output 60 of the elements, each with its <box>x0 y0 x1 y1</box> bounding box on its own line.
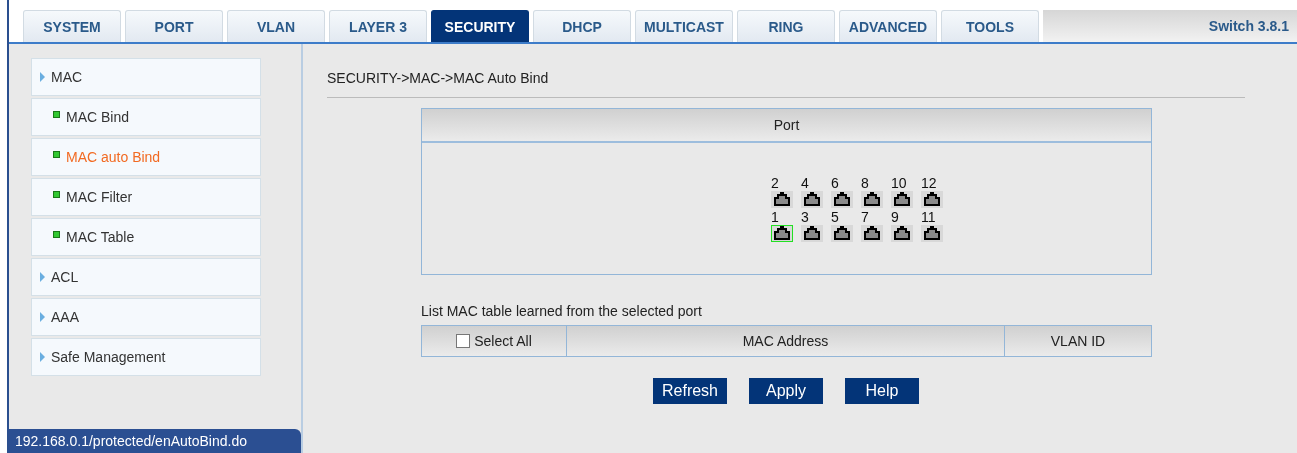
nav-tab[interactable]: SECURITY <box>431 10 529 42</box>
ethernet-port-icon[interactable] <box>771 190 793 208</box>
sidebar-item[interactable]: MAC Table <box>31 218 261 256</box>
square-bullet-icon <box>53 111 60 118</box>
panel-header: Port <box>422 109 1151 143</box>
nav-tab[interactable]: PORT <box>125 10 223 42</box>
port-number: 7 <box>861 209 869 225</box>
checkbox-label[interactable]: Select All <box>474 333 532 349</box>
triangle-icon <box>40 312 45 322</box>
nav-tab[interactable]: LAYER 3 <box>329 10 427 42</box>
nav-tab[interactable]: SYSTEM <box>23 10 121 42</box>
action-button[interactable]: Apply <box>749 378 823 404</box>
table-caption: List MAC table learned from the selected port <box>421 303 702 319</box>
ethernet-port-icon[interactable] <box>921 190 943 208</box>
port-number: 5 <box>831 209 839 225</box>
nav-tab[interactable]: ADVANCED <box>839 10 937 42</box>
port-number: 3 <box>801 209 809 225</box>
sidebar-item[interactable]: MAC <box>31 58 261 96</box>
nav-tab[interactable]: MULTICAST <box>635 10 733 42</box>
version-label: Switch 3.8.1 <box>1043 10 1297 42</box>
triangle-icon <box>40 352 45 362</box>
port-number: 12 <box>921 175 937 191</box>
breadcrumb: SECURITY->MAC->MAC Auto Bind <box>327 70 549 86</box>
nav-tab[interactable]: DHCP <box>533 10 631 42</box>
ethernet-port-icon[interactable] <box>861 190 883 208</box>
sidebar-item[interactable]: MAC Filter <box>31 178 261 216</box>
nav-tab[interactable]: VLAN <box>227 10 325 42</box>
square-bullet-icon <box>53 151 60 158</box>
nav-tab[interactable]: RING <box>737 10 835 42</box>
triangle-icon <box>40 72 45 82</box>
sidebar-item[interactable]: AAA <box>31 298 261 336</box>
ethernet-port-icon[interactable] <box>801 224 823 242</box>
square-bullet-icon <box>53 231 60 238</box>
ethernet-port-icon[interactable] <box>771 224 793 242</box>
port-number: 6 <box>831 175 839 191</box>
ethernet-port-icon[interactable] <box>801 190 823 208</box>
sidebar-item[interactable]: ACL <box>31 258 261 296</box>
ethernet-port-icon[interactable] <box>891 190 913 208</box>
ethernet-port-icon[interactable] <box>831 190 853 208</box>
checkbox[interactable] <box>456 334 471 348</box>
square-bullet-icon <box>53 191 60 198</box>
port-number: 1 <box>771 209 779 225</box>
nav-tab[interactable]: TOOLS <box>941 10 1039 42</box>
port-number: 8 <box>861 175 869 191</box>
ethernet-port-icon[interactable] <box>831 224 853 242</box>
sidebar-item[interactable]: Safe Management <box>31 338 261 376</box>
port-number: 9 <box>891 209 899 225</box>
port-number: 11 <box>921 209 936 225</box>
ethernet-port-icon[interactable] <box>861 224 883 242</box>
action-button[interactable]: Refresh <box>653 378 727 404</box>
table-header-cell: MAC Address <box>567 326 1005 356</box>
triangle-icon <box>40 272 45 282</box>
port-number: 2 <box>771 175 779 191</box>
ethernet-port-icon[interactable] <box>891 224 913 242</box>
status-bar: 192.168.0.1/protected/enAutoBind.do <box>9 429 301 453</box>
action-button[interactable]: Help <box>845 378 919 404</box>
sidebar-item[interactable]: MAC Bind <box>31 98 261 136</box>
port-number: 4 <box>801 175 809 191</box>
port-number: 10 <box>891 175 907 191</box>
ethernet-port-icon[interactable] <box>921 224 943 242</box>
